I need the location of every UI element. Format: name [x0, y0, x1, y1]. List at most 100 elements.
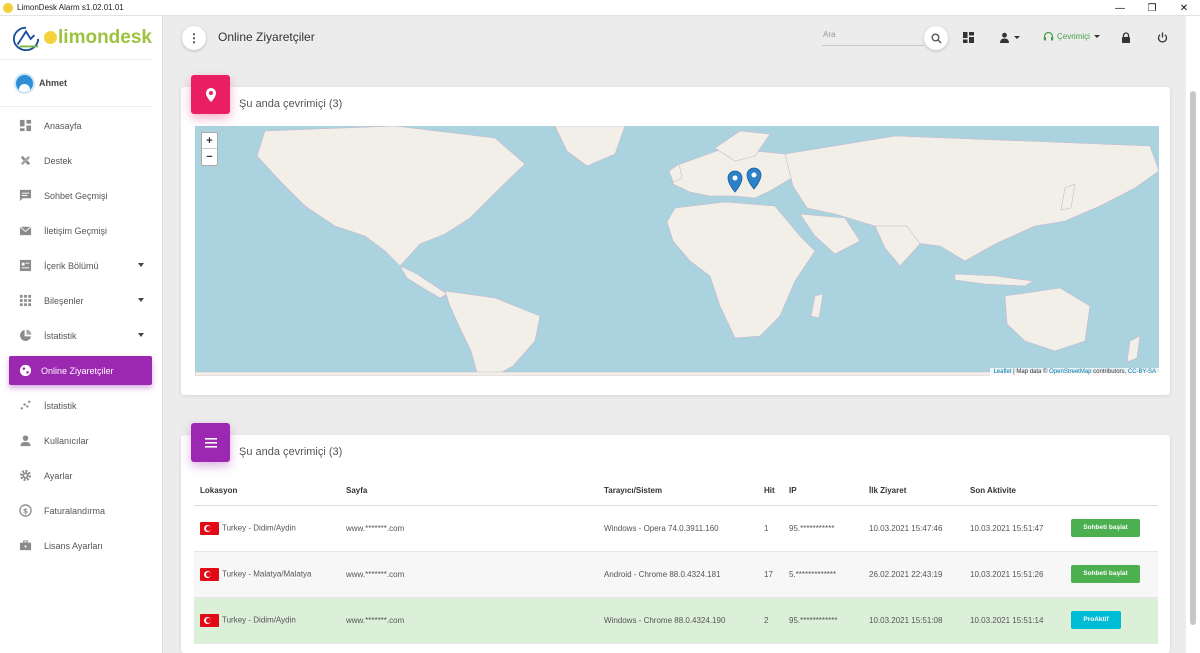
window-titlebar: LimonDesk Alarm s1.02.01.01 — ❐ ✕: [0, 0, 1200, 16]
sidebar-nav: Anasayfa Destek Sohbet Geçmişi İletişim …: [0, 108, 162, 563]
page-scrollbar[interactable]: [1186, 16, 1200, 653]
world-map[interactable]: + − Leaflet | Map data © OpenStreetMap c…: [195, 126, 1159, 376]
status-dropdown[interactable]: Çevrimiçi: [1043, 31, 1100, 42]
location-cell: Turkey - Didim/Aydin: [194, 505, 340, 552]
column-header: Tarayıcı/Sistem: [598, 476, 758, 506]
user-menu-button[interactable]: [997, 30, 1021, 44]
brand-logo[interactable]: limondesk: [0, 16, 152, 60]
lock-button[interactable]: [1119, 30, 1133, 44]
sidebar-item-label: İçerik Bölümü: [44, 260, 99, 271]
first-visit-cell: 10.03.2021 15:47:46: [863, 505, 964, 552]
sidebar-item-destek[interactable]: Destek: [0, 143, 162, 178]
sidebar-item-sohbet[interactable]: Sohbet Geçmişi: [0, 178, 162, 213]
osm-link[interactable]: OpenStreetMap: [1049, 369, 1091, 375]
minimize-button[interactable]: —: [1104, 0, 1136, 16]
close-button[interactable]: ✕: [1168, 0, 1200, 16]
table-row[interactable]: Turkey - Didim/Aydin www.*******.com Win…: [194, 505, 1158, 552]
more-menu-button[interactable]: ⋮: [182, 26, 206, 50]
brand-name: limondesk: [44, 27, 152, 49]
search-icon: [931, 33, 941, 43]
ip-cell: 95.************: [783, 597, 863, 644]
card-title: Şu anda çevrimiçi (3): [239, 446, 343, 458]
turkey-flag-icon: [200, 567, 219, 581]
table-row[interactable]: Turkey - Didim/Aydin www.*******.com Win…: [194, 597, 1158, 644]
card-title: Şu anda çevrimiçi (3): [239, 98, 343, 110]
action-cell: Sohbeti başlat: [1065, 551, 1158, 598]
sidebar-item-label: Anasayfa: [44, 120, 82, 131]
visitors-table: Lokasyon Sayfa Tarayıcı/Sistem Hit IP İl…: [194, 476, 1158, 644]
sidebar-item-kullanicilar[interactable]: Kullanıcılar: [0, 423, 162, 458]
top-header: ⋮ Online Ziyaretçiler Ara Çevrimiçi: [163, 16, 1200, 60]
license-link[interactable]: CC-BY-SA: [1128, 369, 1156, 375]
sidebar-item-label: Ayarlar: [44, 470, 73, 481]
table-header-row: Lokasyon Sayfa Tarayıcı/Sistem Hit IP İl…: [194, 476, 1158, 506]
sidebar-item-label: İstatistik: [44, 400, 77, 411]
chevron-down-icon: [138, 263, 144, 267]
hit-cell: 2: [758, 597, 783, 644]
sidebar-item-ayarlar[interactable]: Ayarlar: [0, 458, 162, 493]
start-chat-button[interactable]: Sohbeti başlat: [1071, 565, 1140, 583]
sidebar-item-label: İstatistik: [44, 330, 77, 341]
logout-button[interactable]: [1155, 30, 1169, 44]
map-card: Şu anda çevrimiçi (3) + − Leaflet | Map …: [181, 75, 1170, 395]
page-title: Online Ziyaretçiler: [218, 30, 315, 44]
sidebar-item-label: İletişim Geçmişi: [44, 225, 108, 236]
sidebar-item-label: Sohbet Geçmişi: [44, 190, 108, 201]
table-row[interactable]: Turkey - Malatya/Malatya www.*******.com…: [194, 551, 1158, 598]
sidebar-item-label: Lisans Ayarları: [44, 540, 103, 551]
app-icon: [3, 2, 13, 13]
ip-cell: 5.*************: [783, 551, 863, 598]
search-input[interactable]: Ara: [822, 30, 924, 46]
proactive-button[interactable]: ProAktif: [1071, 611, 1121, 629]
user-profile[interactable]: Ahmet: [0, 60, 152, 107]
mail-icon: [18, 224, 32, 238]
sidebar-item-label: Online Ziyaretçiler: [41, 365, 114, 376]
gear-icon: [18, 469, 32, 483]
chevron-down-icon: [138, 333, 144, 337]
sidebar-item-istatistik-sub[interactable]: İstatistik: [0, 388, 162, 423]
status-label: Çevrimiçi: [1057, 32, 1090, 41]
sidebar-item-lisans[interactable]: Lisans Ayarları: [0, 528, 162, 563]
action-cell: Sohbeti başlat: [1065, 505, 1158, 552]
person-icon: [18, 434, 32, 448]
sidebar-item-online-ziyaretciler[interactable]: Online Ziyaretçiler: [9, 356, 152, 385]
last-activity-cell: 10.03.2021 15:51:14: [964, 597, 1065, 644]
page-cell: www.*******.com: [340, 505, 598, 552]
window-title: LimonDesk Alarm s1.02.01.01: [17, 3, 124, 12]
last-activity-cell: 10.03.2021 15:51:26: [964, 551, 1065, 598]
pie-chart-icon: [18, 329, 32, 343]
dashboard-view-button[interactable]: [961, 30, 975, 44]
lock-icon: [1122, 31, 1130, 43]
search-button[interactable]: [924, 26, 948, 50]
browser-cell: Android - Chrome 88.0.4324.181: [598, 551, 758, 598]
sidebar-item-label: Destek: [44, 155, 73, 166]
column-header: [1065, 476, 1158, 506]
sidebar-item-anasayfa[interactable]: Anasayfa: [0, 108, 162, 143]
content-icon: [18, 259, 32, 273]
user-name: Ahmet: [39, 78, 68, 88]
leaflet-link[interactable]: Leaflet: [993, 369, 1011, 375]
start-chat-button[interactable]: Sohbeti başlat: [1071, 519, 1140, 537]
lemon-icon: [44, 31, 58, 44]
sidebar-item-faturalandirma[interactable]: $ Faturalandırma: [0, 493, 162, 528]
column-header: Lokasyon: [194, 476, 340, 506]
sidebar-item-label: Bileşenler: [44, 295, 84, 306]
sidebar-item-bilesenler[interactable]: Bileşenler: [0, 283, 162, 318]
map-tiles: [195, 126, 1159, 376]
support-icon: [18, 154, 32, 168]
zoom-in-button[interactable]: +: [202, 133, 217, 149]
ip-cell: 95.***********: [783, 505, 863, 552]
sidebar-item-iletisim[interactable]: İletişim Geçmişi: [0, 213, 162, 248]
scrollbar-thumb[interactable]: [1190, 91, 1196, 625]
chevron-down-icon: [1093, 35, 1100, 38]
sidebar-item-icerik[interactable]: İçerik Bölümü: [0, 248, 162, 283]
sidebar-item-istatistik[interactable]: İstatistik: [0, 318, 162, 353]
sidebar: limondesk Ahmet Anasayfa Destek Sohbet G…: [0, 16, 163, 653]
dollar-icon: $: [18, 504, 32, 518]
maximize-button[interactable]: ❐: [1136, 0, 1168, 16]
svg-text:$: $: [22, 506, 27, 515]
zoom-out-button[interactable]: −: [202, 149, 217, 165]
power-icon: [1157, 32, 1167, 43]
window-controls: — ❐ ✕: [1104, 0, 1200, 16]
turkey-flag-icon: [200, 521, 219, 535]
